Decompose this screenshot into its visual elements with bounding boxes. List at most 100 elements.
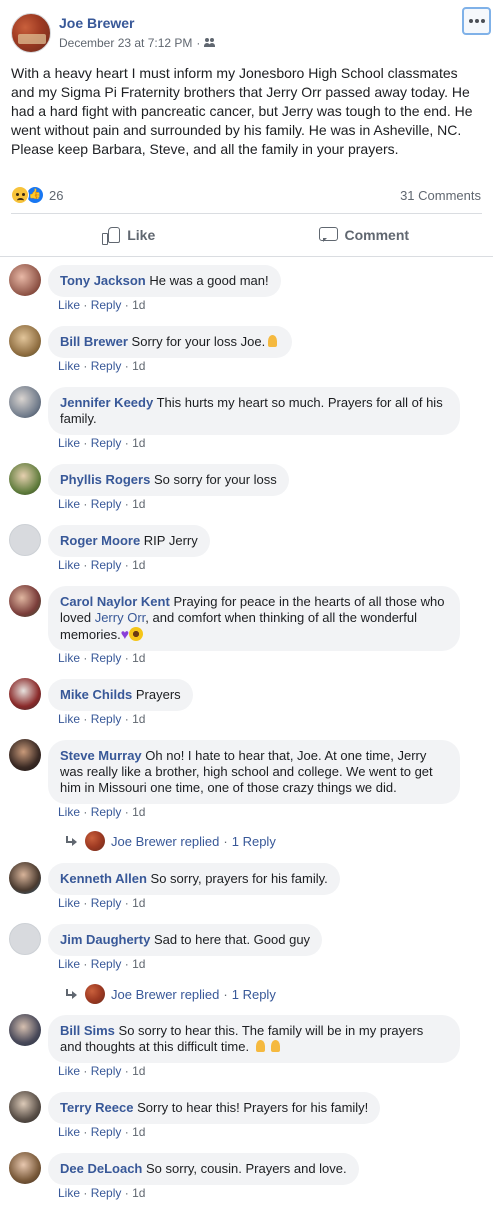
comment-like-link[interactable]: Like: [58, 957, 80, 971]
commenter-name[interactable]: Bill Brewer: [60, 334, 128, 349]
comment-text: So sorry, cousin. Prayers and love.: [146, 1161, 347, 1176]
separator: ·: [83, 436, 88, 450]
post-date[interactable]: December 23 at 7:12 PM: [59, 36, 192, 50]
separator: ·: [124, 298, 129, 312]
separator: ·: [124, 957, 129, 971]
comment-bubble: Phyllis Rogers So sorry for your loss: [48, 464, 289, 496]
comment-time[interactable]: 1d: [132, 896, 145, 910]
commenter-name[interactable]: Bill Sims: [60, 1023, 115, 1038]
comment-time[interactable]: 1d: [132, 436, 145, 450]
comment-reply-link[interactable]: Reply: [91, 359, 122, 373]
comment-count-link[interactable]: 31 Comments: [400, 188, 481, 203]
praying-hands-icon: [253, 1040, 268, 1052]
comment-like-link[interactable]: Like: [58, 436, 80, 450]
comment-reply-link[interactable]: Reply: [91, 497, 122, 511]
commenter-avatar[interactable]: [9, 386, 41, 418]
commenter-name[interactable]: Jim Daugherty: [60, 932, 150, 947]
comment-reply-link[interactable]: Reply: [91, 712, 122, 726]
commenter-name[interactable]: Mike Childs: [60, 687, 132, 702]
commenter-avatar[interactable]: [9, 463, 41, 495]
comment-like-link[interactable]: Like: [58, 712, 80, 726]
comment-bubble: Steve Murray Oh no! I hate to hear that,…: [48, 740, 460, 804]
commenter-name[interactable]: Dee DeLoach: [60, 1161, 142, 1176]
comment-text: So sorry for your loss: [153, 472, 277, 487]
comment-time[interactable]: 1d: [132, 712, 145, 726]
comment-time[interactable]: 1d: [132, 1186, 145, 1200]
more-dot-icon: [475, 19, 479, 23]
commenter-name[interactable]: Carol Naylor Kent: [60, 594, 170, 609]
commenter-avatar[interactable]: [9, 678, 41, 710]
comment-reply-link[interactable]: Reply: [91, 558, 122, 572]
replier-avatar: [85, 984, 105, 1004]
comment-reply-link[interactable]: Reply: [91, 436, 122, 450]
separator: ·: [83, 805, 88, 819]
commenter-name[interactable]: Steve Murray: [60, 748, 142, 763]
reactions-summary[interactable]: 👍 26: [11, 185, 63, 205]
view-replies-link[interactable]: Joe Brewer replied · 1 Reply: [66, 984, 276, 1004]
comment-reply-link[interactable]: Reply: [91, 298, 122, 312]
commenter-name[interactable]: Tony Jackson: [60, 273, 146, 288]
comment-like-link[interactable]: Like: [58, 896, 80, 910]
like-button[interactable]: Like: [11, 217, 247, 253]
commenter-avatar[interactable]: [9, 585, 41, 617]
comment-like-link[interactable]: Like: [58, 497, 80, 511]
more-dot-icon: [481, 19, 485, 23]
comment-time[interactable]: 1d: [132, 651, 145, 665]
separator: ·: [124, 1125, 129, 1139]
commenter-avatar[interactable]: [9, 325, 41, 357]
commenter-name[interactable]: Phyllis Rogers: [60, 472, 150, 487]
tagged-person-link[interactable]: Jerry Orr: [95, 610, 146, 625]
comment-text: RIP Jerry: [143, 533, 198, 548]
comment-reply-link[interactable]: Reply: [91, 805, 122, 819]
comment-like-link[interactable]: Like: [58, 805, 80, 819]
commenter-avatar[interactable]: [9, 739, 41, 771]
commenter-name[interactable]: Roger Moore: [60, 533, 140, 548]
comment-time[interactable]: 1d: [132, 298, 145, 312]
comment-text: Sad to here that. Good guy: [153, 932, 311, 947]
comment-time[interactable]: 1d: [132, 497, 145, 511]
comment-reply-link[interactable]: Reply: [91, 651, 122, 665]
comment-time[interactable]: 1d: [132, 558, 145, 572]
comment-reply-link[interactable]: Reply: [91, 1064, 122, 1078]
commenter-avatar[interactable]: [9, 264, 41, 296]
comment-like-link[interactable]: Like: [58, 359, 80, 373]
comment-like-link[interactable]: Like: [58, 1186, 80, 1200]
commenter-name[interactable]: Jennifer Keedy: [60, 395, 153, 410]
commenter-name[interactable]: Kenneth Allen: [60, 871, 147, 886]
comment-like-link[interactable]: Like: [58, 558, 80, 572]
comment-button[interactable]: Comment: [247, 217, 483, 253]
comment-actions: Like · Reply · 1d: [58, 957, 145, 971]
comment-time[interactable]: 1d: [132, 1125, 145, 1139]
comment-time[interactable]: 1d: [132, 1064, 145, 1078]
comment-actions: Like · Reply · 1d: [58, 1186, 145, 1200]
comment-like-link[interactable]: Like: [58, 1064, 80, 1078]
comment-reply-link[interactable]: Reply: [91, 957, 122, 971]
comment-time[interactable]: 1d: [132, 957, 145, 971]
facebook-post: Joe Brewer December 23 at 7:12 PM · With…: [0, 0, 493, 1205]
friends-audience-icon[interactable]: [204, 38, 216, 48]
comment-reply-link[interactable]: Reply: [91, 896, 122, 910]
poster-avatar[interactable]: [11, 13, 51, 53]
comment-bubble: Jim Daugherty Sad to here that. Good guy: [48, 924, 323, 956]
view-replies-link[interactable]: Joe Brewer replied · 1 Reply: [66, 831, 276, 851]
comment-like-link[interactable]: Like: [58, 1125, 80, 1139]
commenter-avatar[interactable]: [9, 1091, 41, 1123]
commenter-avatar[interactable]: [9, 524, 41, 556]
comment-reply-link[interactable]: Reply: [91, 1186, 122, 1200]
comment-time[interactable]: 1d: [132, 359, 145, 373]
comment-like-link[interactable]: Like: [58, 298, 80, 312]
commenter-name[interactable]: Terry Reece: [60, 1100, 133, 1115]
comment-like-link[interactable]: Like: [58, 651, 80, 665]
commenter-avatar[interactable]: [9, 1014, 41, 1046]
commenter-avatar[interactable]: [9, 1152, 41, 1184]
comment-actions: Like · Reply · 1d: [58, 651, 145, 665]
poster-name[interactable]: Joe Brewer: [59, 15, 134, 31]
comment-actions: Like · Reply · 1d: [58, 497, 145, 511]
commenter-avatar[interactable]: [9, 923, 41, 955]
separator: ·: [223, 986, 228, 1002]
more-options-button[interactable]: [462, 7, 491, 35]
comment-reply-link[interactable]: Reply: [91, 1125, 122, 1139]
separator: ·: [124, 558, 129, 572]
comment-time[interactable]: 1d: [132, 805, 145, 819]
commenter-avatar[interactable]: [9, 862, 41, 894]
